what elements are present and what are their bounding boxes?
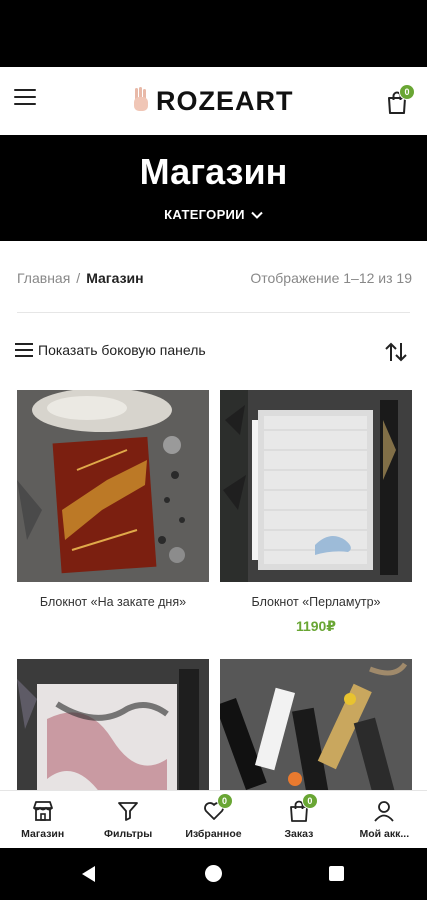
logo[interactable]: ROZEART [132,85,294,117]
sort-arrows-icon [385,342,407,362]
heart-icon: 0 [202,793,233,823]
product-image[interactable] [17,390,209,582]
chevron-down-icon [251,211,263,219]
nav-wishlist[interactable]: 0 Избранное [171,791,256,848]
store-icon [31,799,55,823]
product-name[interactable]: Блокнот «На закате дня» [17,595,209,609]
nav-filters[interactable]: Фильтры [85,791,170,848]
page-hero: Магазин КАТЕГОРИИ [0,135,427,241]
divider [17,312,410,313]
breadcrumb-home-link[interactable]: Главная [17,270,70,286]
hand-logo-icon [132,87,150,115]
product-card[interactable]: Блокнот «Перламутр» 1190₽ [220,390,412,635]
page-title: Магазин [139,151,288,192]
sort-button[interactable] [384,341,408,363]
home-icon[interactable] [205,865,222,882]
shopping-bag-icon: 0 [287,793,318,823]
app-screen: ROZEART 0 Магазин КАТЕГОРИИ Главная / Ма… [0,67,427,848]
product-image[interactable] [220,390,412,582]
logo-text: ROZEART [156,85,294,116]
result-count: Отображение 1–12 из 19 [250,270,412,286]
recent-apps-icon[interactable] [329,866,344,881]
breadcrumb-separator: / [76,270,81,286]
nav-wishlist-label: Избранное [185,828,242,840]
product-price: 1190₽ [295,618,337,634]
show-sidebar-label: Показать боковую панель [38,342,206,358]
list-icon [15,343,33,357]
nav-shop[interactable]: Магазин [0,791,85,848]
nav-account-label: Мой акк... [359,828,410,840]
breadcrumb-current: Магазин [86,270,144,286]
nav-account[interactable]: Мой акк... [342,791,427,848]
site-header: ROZEART 0 [0,67,427,135]
back-icon[interactable] [82,866,95,882]
bottom-navigation: Магазин Фильтры 0 Избранное 0 Заказ Мой … [0,790,427,848]
status-bar [0,0,427,67]
product-card[interactable]: Блокнот «На закате дня» [17,390,209,618]
show-sidebar-button[interactable]: Показать боковую панель [15,342,206,358]
wishlist-count-badge: 0 [216,793,233,809]
categories-dropdown[interactable]: КАТЕГОРИИ [0,207,427,222]
nav-shop-label: Магазин [21,828,65,840]
cart-count-badge: 0 [399,84,415,100]
nav-filters-label: Фильтры [104,828,153,840]
cart-button[interactable]: 0 [384,84,415,117]
user-icon [372,799,396,823]
nav-order-label: Заказ [284,828,314,840]
filter-icon [116,799,140,823]
hamburger-menu-icon[interactable] [14,89,36,111]
breadcrumb: Главная / Магазин [17,270,144,286]
system-navigation-bar [0,848,427,900]
product-name[interactable]: Блокнот «Перламутр» [220,595,412,609]
order-count-badge: 0 [301,793,318,809]
categories-label: КАТЕГОРИИ [164,207,245,222]
nav-order[interactable]: 0 Заказ [256,791,341,848]
